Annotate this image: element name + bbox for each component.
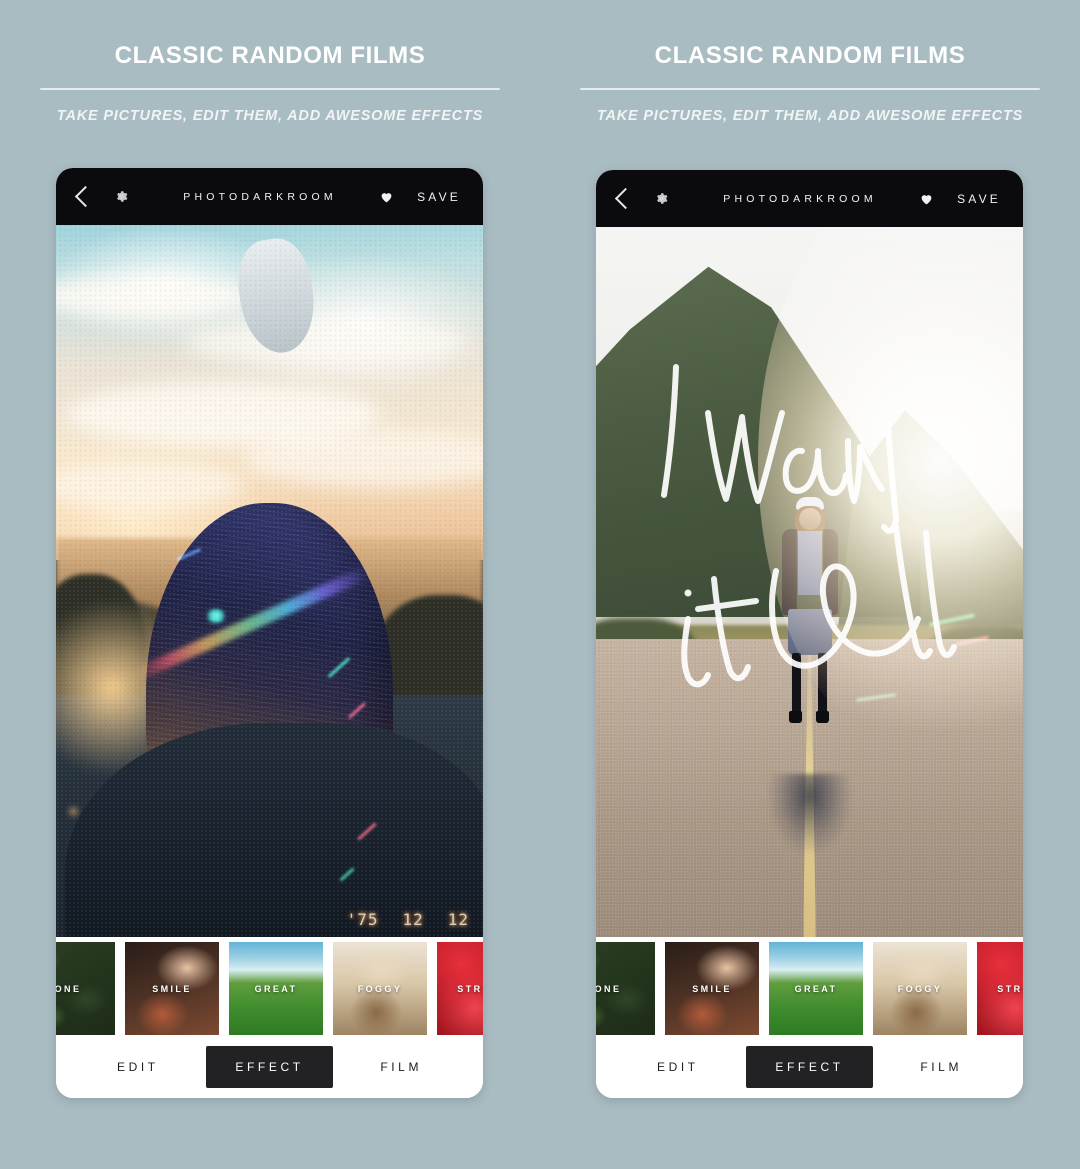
date-stamp-left: '75 12 12 [347,910,469,929]
subject-boot-left [788,710,802,723]
filter-thumb-one[interactable]: ONE [596,942,655,1035]
panel-title-left: CLASSIC RANDOM FILMS [114,42,426,69]
tab-effect[interactable]: EFFECT [745,1045,874,1088]
filter-thumb-smile[interactable]: SMILE [665,942,759,1035]
filter-thumb-great[interactable]: GREAT [229,942,323,1035]
filter-thumb-foggy[interactable]: FOGGY [333,942,427,1035]
filter-thumb-label: FOGGY [357,983,403,994]
filter-thumb-label: GREAT [794,983,838,994]
filter-thumb-strawberry[interactable]: STRAWB [437,942,483,1035]
filter-thumb-label: FOGGY [897,983,943,994]
chevron-left-icon[interactable] [74,185,97,208]
filter-thumb-great[interactable]: GREAT [769,942,863,1035]
gear-icon[interactable] [655,192,668,205]
subject-leg-left [791,652,801,715]
heart-icon[interactable] [380,191,393,203]
filter-thumb-label: GREAT [254,983,298,994]
filter-thumb-label: STRAWB [997,983,1023,994]
app-brand-title: PHOTODARKROOM [183,190,337,203]
tab-edit[interactable]: EDIT [74,1046,202,1088]
tab-film[interactable]: FILM [877,1046,1005,1088]
screenshot-stage: CLASSIC RANDOM FILMS TAKE PICTURES, EDIT… [0,0,1080,1169]
tab-edit[interactable]: EDIT [614,1046,742,1088]
appbar-left: PHOTODARKROOM SAVE [56,168,483,225]
phone-mockup-left: PHOTODARKROOM SAVE '75 12 12 ONE SMILE G… [56,168,483,1098]
phone-mockup-right: PHOTODARKROOM SAVE ONE SMILE GREAT FOGGY… [596,170,1023,1098]
panel-title-right: CLASSIC RANDOM FILMS [654,42,966,69]
save-button[interactable]: SAVE [417,190,461,204]
filter-thumb-one[interactable]: ONE [56,942,115,1035]
panel-subtitle-left: TAKE PICTURES, EDIT THEM, ADD AWESOME EF… [56,108,484,124]
filter-strip-left[interactable]: ONE SMILE GREAT FOGGY STRAWB [56,937,483,1035]
bokeh-light [68,806,78,816]
filter-thumb-label: ONE [596,983,622,994]
cloud [184,317,466,368]
filter-thumb-label: ONE [56,983,82,994]
heading-divider-left [40,88,500,90]
panel-heading-right: CLASSIC RANDOM FILMS TAKE PICTURES, EDIT… [580,44,1040,124]
tabbar-left[interactable]: EDIT EFFECT FILM [56,1035,483,1098]
tab-effect[interactable]: EFFECT [205,1045,334,1088]
app-brand-title: PHOTODARKROOM [723,192,877,205]
filter-thumb-foggy[interactable]: FOGGY [873,942,967,1035]
heart-icon[interactable] [920,193,933,205]
chevron-left-icon[interactable] [614,187,637,210]
filter-thumb-strawberry[interactable]: STRAWB [977,942,1023,1035]
appbar-right: PHOTODARKROOM SAVE [596,170,1023,227]
filter-thumb-label: STRAWB [457,983,483,994]
tab-film[interactable]: FILM [337,1046,465,1088]
save-button[interactable]: SAVE [957,192,1001,206]
photo-canvas-right[interactable] [596,227,1023,937]
filter-thumb-smile[interactable]: SMILE [125,942,219,1035]
gear-icon[interactable] [115,190,128,203]
tabbar-right[interactable]: EDIT EFFECT FILM [596,1035,1023,1098]
filter-strip-right[interactable]: ONE SMILE GREAT FOGGY STRAWB [596,937,1023,1035]
date-stamp-year: '75 [346,910,379,929]
heading-divider-right [580,88,1040,90]
panel-subtitle-right: TAKE PICTURES, EDIT THEM, ADD AWESOME EF… [596,108,1024,124]
subject-boot-right [815,710,829,723]
photo-canvas-left[interactable]: '75 12 12 [56,225,483,937]
date-stamp-day: 12 [447,910,469,929]
filter-thumb-label: SMILE [692,983,732,994]
filter-thumb-label: SMILE [152,983,192,994]
date-stamp-month: 12 [402,910,424,929]
panel-heading-left: CLASSIC RANDOM FILMS TAKE PICTURES, EDIT… [40,44,500,124]
